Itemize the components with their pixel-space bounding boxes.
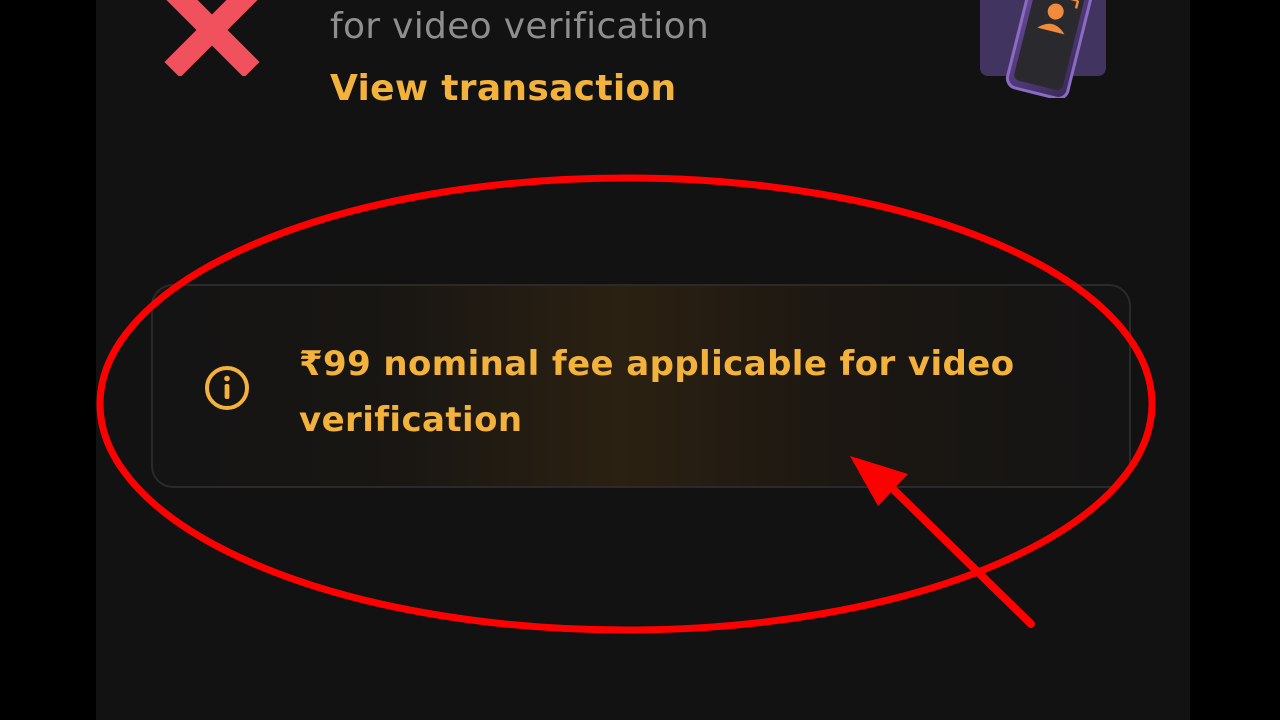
fee-notice-card: ₹99 nominal fee applicable for video ver… (151, 284, 1131, 488)
fee-notice-text: ₹99 nominal fee applicable for video ver… (299, 344, 1015, 440)
close-x-icon (164, 0, 260, 76)
app-screen: for video verification View transaction … (96, 0, 1190, 720)
info-icon (205, 366, 249, 410)
failure-subtitle: for video verification (330, 6, 710, 47)
view-transaction-link[interactable]: View transaction (330, 68, 676, 109)
phone-video-verification-icon (980, 0, 1106, 98)
